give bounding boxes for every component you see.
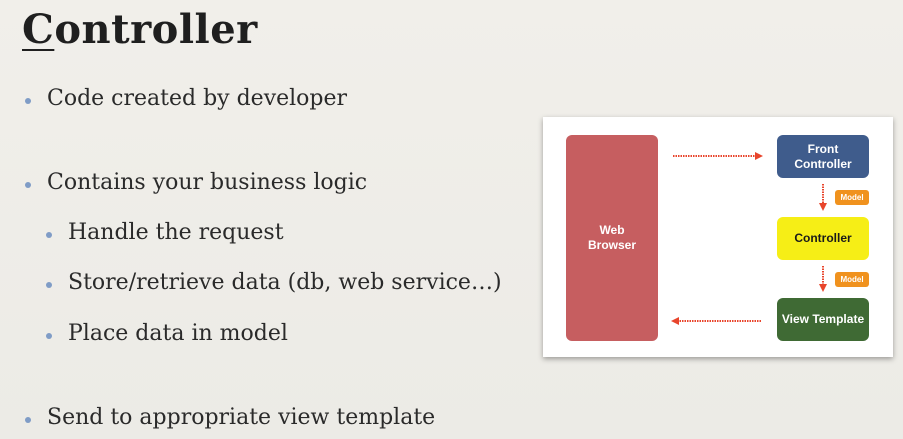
slide-title-rest: ontroller <box>54 6 258 53</box>
bullet-dot <box>25 98 31 104</box>
bullet-dot <box>46 333 52 339</box>
mvc-diagram: Web Browser Front Controller Controller … <box>543 117 893 357</box>
sub-bullet-item: Place data in model <box>46 321 288 346</box>
bullet-text: Handle the request <box>68 220 284 245</box>
bullet-text: Place data in model <box>68 321 288 346</box>
sub-bullet-item: Handle the request <box>46 220 284 245</box>
diagram-arrows <box>671 152 827 325</box>
slide-title: Controller <box>22 6 258 53</box>
bullet-text: Contains your business logic <box>47 170 368 195</box>
bullet-item: Contains your business logic <box>25 170 368 195</box>
bullet-text: Send to appropriate view template <box>47 405 436 430</box>
slide-title-first-letter: C <box>22 6 55 53</box>
bullet-dot <box>25 182 31 188</box>
bullet-dot <box>25 417 31 423</box>
bullet-text: Code created by developer <box>47 86 348 111</box>
bullet-item: Code created by developer <box>25 86 348 111</box>
bullet-dot <box>46 232 52 238</box>
sub-bullet-item: Store/retrieve data (db, web service…) <box>46 270 502 295</box>
bullet-dot <box>46 282 52 288</box>
bullet-item: Send to appropriate view template <box>25 405 436 430</box>
bullet-text: Store/retrieve data (db, web service…) <box>68 270 502 295</box>
